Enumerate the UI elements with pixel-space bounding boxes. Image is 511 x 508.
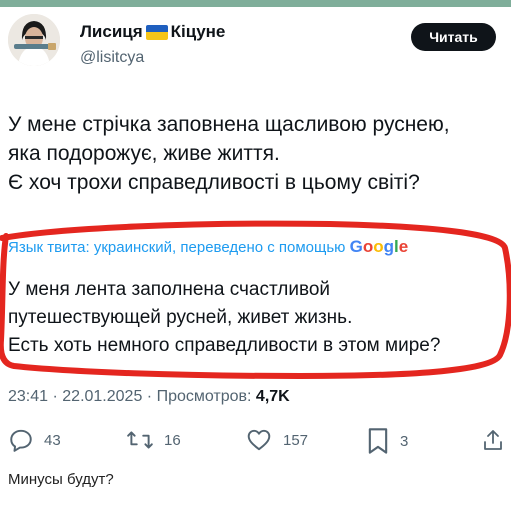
ukraine-flag-icon	[145, 24, 168, 40]
reply-button[interactable]: 43	[8, 427, 61, 453]
tweet-line: У мене стрічка заповнена щасливою руснею…	[8, 113, 450, 136]
translated-text: У меня лента заполнена счастливой путеше…	[8, 276, 440, 360]
translated-line: путешествующей русней, живет жизнь.	[8, 307, 353, 328]
tweet-meta: 23:41 · 22.01.2025 · Просмотров: 4,7K	[8, 388, 290, 406]
retweet-button[interactable]: 16	[126, 427, 181, 453]
translation-header-text: Язык твита: украинский, переведено с пом…	[8, 239, 346, 256]
translated-line: У меня лента заполнена счастливой	[8, 279, 331, 300]
views-count: 4,7K	[255, 388, 290, 405]
share-button[interactable]	[481, 427, 505, 453]
reply-count: 43	[44, 431, 61, 449]
translation-header[interactable]: Язык твита: украинский, переведено с пом…	[8, 237, 408, 257]
avatar-image	[8, 14, 60, 66]
retweet-icon	[127, 431, 153, 449]
tweet-text: У мене стрічка заповнена щасливою руснею…	[8, 110, 450, 197]
avatar[interactable]	[8, 14, 60, 66]
tweet-date[interactable]: 22.01.2025	[62, 388, 142, 405]
like-count: 157	[283, 431, 309, 449]
author-name-second: Кіцуне	[170, 22, 226, 41]
reply-icon	[10, 429, 32, 452]
message-caption: Минусы будут?	[8, 471, 114, 488]
author-name[interactable]: Лисиця Кіцуне	[80, 22, 225, 42]
bookmark-button[interactable]: 3	[366, 427, 408, 455]
meta-separator: ·	[142, 388, 157, 405]
tweet-line: Є хоч трохи справедливості в цьому світі…	[8, 171, 420, 194]
action-bar: 43 16 157 3	[0, 427, 511, 457]
bookmark-count: 3	[400, 432, 409, 450]
google-logo: Google	[349, 237, 409, 256]
heart-icon	[247, 429, 271, 451]
author-handle[interactable]: @lisitcya	[80, 49, 144, 67]
author-name-first: Лисиця	[80, 22, 143, 41]
meta-separator: ·	[48, 388, 63, 405]
follow-button[interactable]: Читать	[411, 23, 496, 51]
like-button[interactable]: 157	[245, 427, 308, 453]
bookmark-icon	[368, 428, 388, 454]
tweet-line: яка подорожує, живе життя.	[8, 142, 280, 165]
translated-line: Есть хоть немного справедливости в этом …	[8, 335, 441, 356]
retweet-count: 16	[164, 431, 181, 449]
tweet-time[interactable]: 23:41	[8, 388, 48, 405]
share-icon	[484, 430, 502, 450]
top-strip	[0, 0, 511, 7]
views-label: Просмотров:	[156, 388, 256, 405]
